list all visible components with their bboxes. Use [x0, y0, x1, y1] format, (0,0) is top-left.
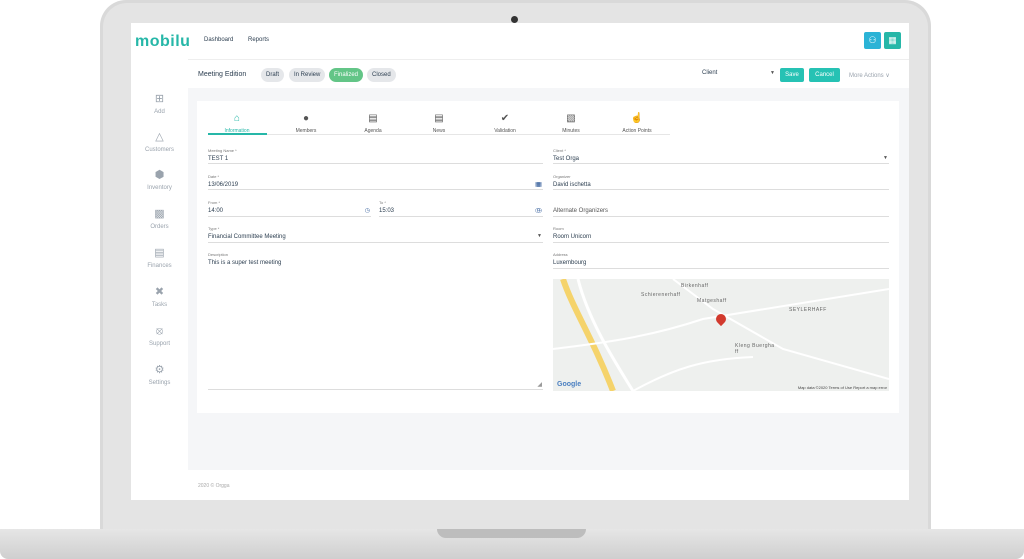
bank-icon: ▤	[154, 247, 165, 259]
app-logo[interactable]: mobilu	[135, 33, 190, 51]
cube-icon: ⬢	[154, 169, 165, 181]
tab-information[interactable]: ⌂ Information	[208, 113, 266, 134]
user-icon: ●	[302, 113, 310, 124]
sidebar-item-inventory[interactable]: ⬢ Inventory	[131, 169, 188, 191]
tab-minutes[interactable]: ▧ Minutes	[542, 113, 600, 134]
nav-dashboard[interactable]: Dashboard	[204, 37, 233, 43]
home-icon: ⌂	[233, 113, 241, 124]
date-field[interactable]: Date * 13/06/2019 ▦	[208, 174, 543, 190]
user-icon[interactable]: ⚇	[864, 32, 881, 49]
gear-icon: ⚙	[154, 364, 165, 376]
meeting-card: ⌂ Information ● Members ▤ Agenda ▤ News ✔ Val…	[197, 101, 899, 413]
more-actions-button[interactable]: More Actions ∨	[849, 72, 890, 79]
active-tab-indicator	[208, 133, 267, 135]
toolbar: Meeting Edition Draft In Review Finalize…	[188, 59, 909, 88]
caret-down-icon: ▼	[883, 155, 888, 161]
top-navbar: mobilu Dashboard Reports ⚇ ▦	[131, 23, 909, 59]
status-in-review[interactable]: In Review	[289, 68, 326, 82]
laptop-notch	[437, 529, 586, 538]
tab-divider	[208, 134, 670, 135]
sidebar-item-tasks[interactable]: ✖ Tasks	[131, 286, 188, 308]
sidebar: ⊞ Add △ Customers ⬢ Inventory ▩ Orders ▤ Fina…	[131, 59, 188, 500]
nav-reports[interactable]: Reports	[248, 37, 269, 43]
map-label: SEYLERHAFF	[789, 307, 827, 313]
cubes-icon: ▩	[154, 208, 165, 220]
chevron-down-icon: ∨	[885, 73, 890, 79]
description-textarea[interactable]: Description This is a super test meeting ◢	[208, 252, 543, 390]
map-label: Matgeshaff	[697, 298, 727, 304]
list-icon: ▤	[368, 113, 378, 124]
sidebar-item-support[interactable]: ⦻ Support	[131, 325, 188, 347]
tab-action-points[interactable]: ☝ Action Points	[608, 113, 666, 134]
status-closed[interactable]: Closed	[367, 68, 396, 82]
pdf-file-icon: ▧	[566, 113, 576, 124]
app-screen: mobilu Dashboard Reports ⚇ ▦ ⊞ Add △ Custo…	[131, 23, 909, 500]
tab-agenda[interactable]: ▤ Agenda	[344, 113, 402, 134]
footer: 2020 © Orgga	[188, 470, 909, 500]
sidebar-item-add[interactable]: ⊞ Add	[131, 93, 188, 115]
type-select[interactable]: Type * Financial Committee Meeting ▼	[208, 226, 543, 243]
check-icon: ✔	[500, 113, 510, 124]
location-map[interactable]: Birkenhaff Schierenerhaff Matgeshaff SEY…	[553, 279, 889, 391]
caret-down-icon: ▼	[537, 233, 542, 239]
status-finalized[interactable]: Finalized	[329, 68, 364, 82]
page-title: Meeting Edition	[198, 71, 247, 78]
sidebar-item-settings[interactable]: ⚙ Settings	[131, 364, 188, 386]
status-draft[interactable]: Draft	[261, 68, 285, 82]
from-time-field[interactable]: From * 14:00 ◷	[208, 200, 371, 217]
address-field[interactable]: Address Luxembourg	[553, 252, 889, 269]
sitemap-icon: △	[155, 131, 164, 143]
save-button[interactable]: Save	[780, 68, 804, 82]
pointer-hand-icon: ☝	[630, 113, 644, 124]
sidebar-item-orders[interactable]: ▩ Orders	[131, 208, 188, 230]
tools-icon: ✖	[154, 286, 165, 298]
camera-dot	[511, 16, 518, 23]
google-logo: Google	[557, 381, 582, 388]
calendar-icon[interactable]: ▦	[535, 181, 541, 188]
map-roads	[553, 279, 889, 391]
client-select-field[interactable]: Client * Test Orga ▼	[553, 148, 889, 164]
cancel-button[interactable]: Cancel	[809, 68, 840, 82]
alternate-organizers-field[interactable]: Alternate Organizers	[553, 200, 889, 217]
tab-news[interactable]: ▤ News	[410, 113, 468, 134]
lifebuoy-icon: ⦻	[155, 325, 164, 337]
client-select[interactable]: Client ▼	[702, 70, 775, 76]
to-time-field[interactable]: To * 15:03 ◷	[379, 200, 543, 217]
plus-square-icon: ⊞	[154, 93, 165, 105]
apps-grid-icon[interactable]: ▦	[884, 32, 901, 49]
resize-handle-icon[interactable]: ◢	[537, 381, 542, 388]
footer-copyright: 2020 © Orgga	[198, 483, 230, 489]
map-attribution: Map data ©2020 Terms of Use Report a map…	[797, 385, 887, 390]
map-label: Birkenhaff	[681, 283, 709, 289]
room-field[interactable]: Room Room Unicorn	[553, 226, 889, 243]
meeting-name-field[interactable]: Meeting Name * TEST 1	[208, 148, 543, 164]
map-label: Kleng Buergha ff	[735, 343, 775, 355]
clock-icon[interactable]: ◷	[535, 207, 540, 214]
tab-validation[interactable]: ✔ Validation	[476, 113, 534, 134]
organizer-field[interactable]: Organizer David ischetta	[553, 174, 889, 190]
chevron-down-icon: ▼	[770, 70, 775, 76]
tab-members[interactable]: ● Members	[277, 113, 335, 134]
newspaper-icon: ▤	[434, 113, 444, 124]
clock-icon[interactable]: ◷	[365, 207, 370, 214]
sidebar-item-customers[interactable]: △ Customers	[131, 131, 188, 153]
map-label: Schierenerhaff	[641, 292, 681, 298]
sidebar-item-finances[interactable]: ▤ Finances	[131, 247, 188, 269]
